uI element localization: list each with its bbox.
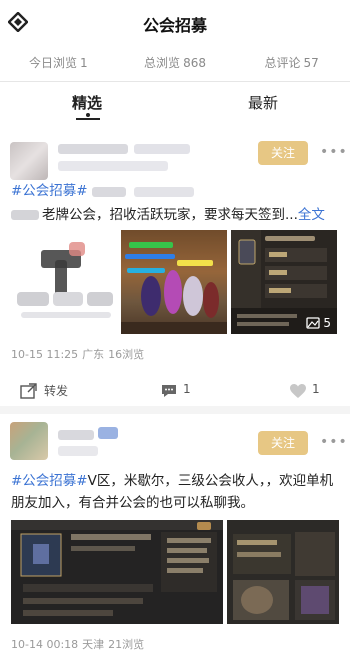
share-button[interactable]: 转发 <box>44 382 68 399</box>
image-count-badge: 5 <box>306 316 331 330</box>
more-options-icon[interactable]: ••• <box>320 434 348 450</box>
more-options-icon[interactable]: ••• <box>320 144 348 160</box>
tab-latest[interactable]: 最新 <box>248 92 278 113</box>
post-image[interactable]: 5 <box>231 230 337 334</box>
post-card[interactable]: 关注 ••• #公会招募# 老牌公会，招收活跃玩家，要求每天签到...全文 5 … <box>0 134 350 406</box>
follow-button[interactable]: 关注 <box>258 141 308 165</box>
stat-total-comments: 总评论 57 <box>264 56 319 70</box>
username-redacted <box>134 144 190 154</box>
post-text-line[interactable]: 老牌公会，招收活跃玩家，要求每天签到...全文 <box>42 204 342 226</box>
username-redacted[interactable] <box>58 144 128 154</box>
avatar[interactable] <box>10 142 48 180</box>
redacted-text <box>134 187 194 197</box>
full-text-link[interactable]: 全文 <box>298 207 325 223</box>
hashtag[interactable]: #公会招募# <box>11 183 88 199</box>
post-image[interactable] <box>11 520 223 624</box>
blurred-logo-image <box>17 242 113 318</box>
game-scene-image <box>121 230 227 334</box>
comment-icon[interactable] <box>160 383 178 399</box>
page-title: 公会招募 <box>142 16 207 35</box>
header: 公会招募 <box>0 0 350 44</box>
post-image[interactable] <box>121 230 227 334</box>
stat-today-views: 今日浏览 1 <box>29 56 88 70</box>
post-divider <box>0 406 350 414</box>
post-text[interactable]: #公会招募#V区，米歇尔，三级公会收人，，欢迎单机朋友加入，有合并公会的也可以私… <box>11 470 339 514</box>
user-subtitle-redacted <box>58 446 98 456</box>
follow-button[interactable]: 关注 <box>258 431 308 455</box>
post-meta: 10-14 00:18 天津 21浏览 <box>11 638 145 651</box>
comment-count[interactable]: 1 <box>183 382 191 396</box>
image-gallery-icon <box>306 317 321 329</box>
tab-featured[interactable]: 精选 <box>72 92 102 113</box>
like-count[interactable]: 1 <box>312 382 320 396</box>
user-badge-redacted <box>98 427 118 439</box>
hashtag[interactable]: #公会招募# <box>11 473 88 489</box>
stat-total-views: 总浏览 868 <box>144 56 206 70</box>
post-card[interactable]: 关注 ••• #公会招募#V区，米歇尔，三级公会收人，，欢迎单机朋友加入，有合并… <box>0 414 350 662</box>
redacted-text <box>92 187 126 197</box>
post-actions: 转发 1 1 <box>0 376 350 406</box>
redacted-text <box>11 210 39 220</box>
like-heart-icon[interactable] <box>289 383 307 399</box>
avatar[interactable] <box>10 422 48 460</box>
user-subtitle-redacted <box>58 161 168 171</box>
tab-indicator <box>76 118 100 120</box>
game-guild-screenshot <box>11 520 223 616</box>
post-image[interactable] <box>227 520 339 624</box>
game-map-screenshot <box>227 520 339 624</box>
stats-bar: 今日浏览 1 总浏览 868 总评论 57 <box>0 48 350 82</box>
post-image[interactable] <box>11 230 117 334</box>
share-icon[interactable] <box>20 383 38 399</box>
tab-bar: 精选 最新 <box>0 84 350 126</box>
username-redacted[interactable] <box>58 430 94 440</box>
tab-indicator-dot <box>86 113 90 117</box>
post-meta: 10-15 11:25 广东 16浏览 <box>11 348 145 361</box>
